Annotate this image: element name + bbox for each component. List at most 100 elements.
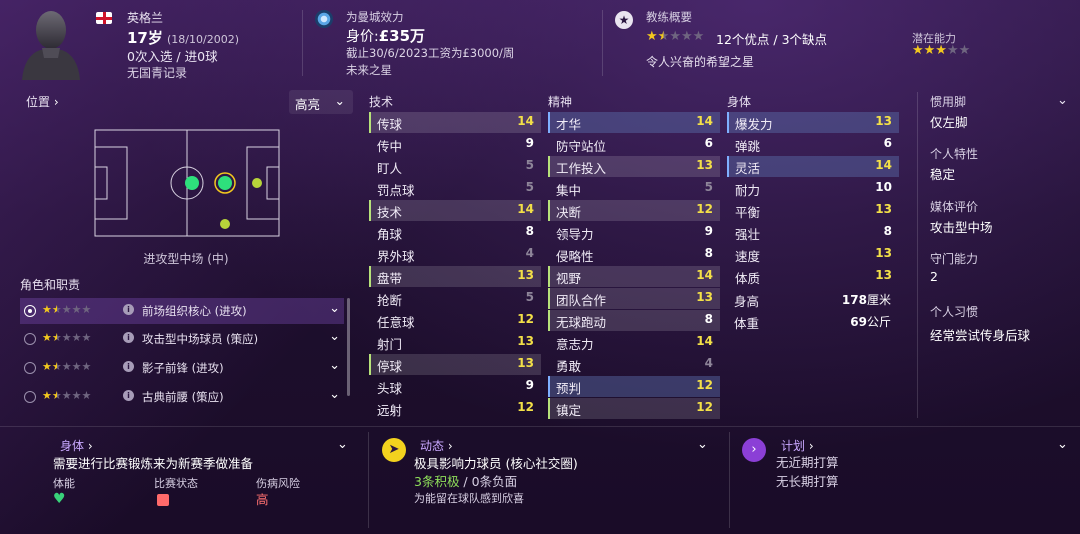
attribute-row[interactable]: 侵略性 8 [548, 244, 720, 265]
attribute-row[interactable]: 强壮 8 [727, 222, 899, 243]
attribute-name: 防守站位 [556, 139, 607, 154]
attribute-row[interactable]: 才华 14 [548, 112, 720, 133]
attribute-row[interactable]: 盘带 13 [369, 266, 541, 287]
attribute-row[interactable]: 预判 12 [548, 376, 720, 397]
chevron-down-icon[interactable]: ⌄ [329, 387, 340, 402]
attribute-value: 8 [883, 224, 892, 238]
role-row[interactable]: ★★★★★ i 古典前腰 (策应) ⌄ [20, 384, 344, 410]
player-traits-label: 个人习惯 [930, 305, 979, 319]
position-header[interactable]: 位置 › [26, 93, 59, 110]
info-icon[interactable]: i [123, 304, 134, 315]
attribute-row[interactable]: 速度 13 [727, 244, 899, 265]
attribute-row[interactable]: 体质 13 [727, 266, 899, 287]
chevron-down-icon[interactable]: ⌄ [329, 358, 340, 373]
attribute-row[interactable]: 技术 14 [369, 200, 541, 221]
attribute-value: 12 [696, 378, 713, 392]
attribute-name: 弹跳 [735, 139, 761, 154]
attribute-row[interactable]: 工作投入 13 [548, 156, 720, 177]
star-icon: ★ [615, 11, 633, 29]
international-caps: 0次入选 / 进0球 [127, 49, 218, 64]
happiness-summary[interactable]: 3条积极 / 0条负面 [414, 471, 517, 490]
attribute-row[interactable]: 平衡 13 [727, 200, 899, 221]
dynamics-title[interactable]: 动态 › [420, 437, 453, 454]
radio-icon[interactable] [24, 333, 36, 345]
attribute-value: 4 [525, 246, 534, 260]
role-name: 古典前腰 (策应) [142, 390, 224, 404]
attribute-value: 13 [517, 334, 534, 348]
contract-info: 截止30/6/2023工资为£3000/周 [346, 46, 515, 60]
chevron-down-icon[interactable]: ⌄ [697, 437, 708, 452]
attribute-name: 停球 [377, 359, 403, 374]
happiness-detail: 为能留在球队感到欣喜 [414, 492, 524, 505]
attribute-row[interactable]: 任意球 12 [369, 310, 541, 331]
attribute-value: 14 [696, 268, 713, 282]
attribute-row[interactable]: 远射 12 [369, 398, 541, 419]
role-row[interactable]: ★★★★★ i 攻击型中场球员 (策应) ⌄ [20, 326, 344, 352]
attribute-row[interactable]: 弹跳 6 [727, 134, 899, 155]
condition-title[interactable]: 身体 › [60, 437, 93, 454]
attribute-name: 体质 [735, 271, 761, 286]
bottom-divider [368, 432, 369, 528]
attribute-row[interactable]: 盯人 5 [369, 156, 541, 177]
accomplished-position-marker [220, 219, 230, 229]
attribute-value: 13 [696, 290, 713, 304]
role-name: 攻击型中场球员 (策应) [142, 332, 259, 346]
attribute-name: 速度 [735, 249, 761, 264]
attribute-row[interactable]: 爆发力 13 [727, 112, 899, 133]
attribute-row[interactable]: 灵活 14 [727, 156, 899, 177]
attribute-row[interactable]: 罚点球 5 [369, 178, 541, 199]
attribute-row[interactable]: 勇敢 4 [548, 354, 720, 375]
attribute-row[interactable]: 决断 12 [548, 200, 720, 221]
attribute-row[interactable]: 耐力 10 [727, 178, 899, 199]
attribute-value: 9 [704, 224, 713, 238]
attribute-row[interactable]: 无球跑动 8 [548, 310, 720, 331]
highlight-dropdown[interactable]: 高亮 ⌄ [289, 90, 353, 114]
chevron-down-icon[interactable]: ⌄ [1057, 437, 1068, 452]
attribute-row[interactable]: 意志力 14 [548, 332, 720, 353]
role-row[interactable]: ★★★★★ i 前场组织核心 (进攻) ⌄ [20, 298, 344, 324]
attribute-row[interactable]: 视野 14 [548, 266, 720, 287]
attribute-value: 12 [517, 400, 534, 414]
attribute-name: 远射 [377, 403, 403, 418]
roles-scrollbar[interactable] [347, 298, 350, 396]
attribute-name: 集中 [556, 183, 582, 198]
info-icon[interactable]: i [123, 361, 134, 372]
attribute-row[interactable]: 防守站位 6 [548, 134, 720, 155]
radio-icon[interactable] [24, 362, 36, 374]
attribute-row-height: 身高 178厘米 [734, 293, 891, 309]
attribute-value: 14 [875, 158, 892, 172]
club-name[interactable]: 为曼城效力 [346, 9, 404, 25]
attribute-row[interactable]: 集中 5 [548, 178, 720, 199]
coach-report-title[interactable]: 教练概要 [646, 9, 692, 25]
personality: 稳定 [930, 167, 956, 182]
attribute-row[interactable]: 射门 13 [369, 332, 541, 353]
attribute-row[interactable]: 抢断 5 [369, 288, 541, 309]
attribute-row[interactable]: 传中 9 [369, 134, 541, 155]
attribute-value: 8 [704, 312, 713, 326]
chevron-down-icon[interactable]: ⌄ [329, 329, 340, 344]
attribute-row[interactable]: 头球 9 [369, 376, 541, 397]
radio-selected-icon[interactable] [24, 305, 36, 317]
attribute-value: 12 [696, 202, 713, 216]
nationality[interactable]: 英格兰 [127, 9, 163, 26]
role-row[interactable]: ★★★★★ i 影子前锋 (进攻) ⌄ [20, 355, 344, 381]
media-description: 攻击型中场 [930, 220, 993, 235]
info-icon[interactable]: i [123, 390, 134, 401]
chevron-down-icon[interactable]: ⌄ [329, 301, 340, 316]
chevron-down-icon[interactable]: ⌄ [1057, 93, 1068, 108]
match-sharpness-label: 比赛状态 [154, 477, 198, 490]
attribute-row[interactable]: 传球 14 [369, 112, 541, 133]
info-icon[interactable]: i [123, 332, 134, 343]
attribute-row[interactable]: 镇定 12 [548, 398, 720, 419]
goalkeeping-label: 守门能力 [930, 252, 979, 266]
attribute-row[interactable]: 角球 8 [369, 222, 541, 243]
preferred-foot-label: 惯用脚 [930, 95, 967, 109]
attribute-row[interactable]: 界外球 4 [369, 244, 541, 265]
attribute-row[interactable]: 团队合作 13 [548, 288, 720, 309]
club-badge-icon[interactable] [315, 10, 333, 28]
condition-text: 需要进行比赛锻炼来为新赛季做准备 [53, 456, 254, 471]
radio-icon[interactable] [24, 391, 36, 403]
attribute-row[interactable]: 停球 13 [369, 354, 541, 375]
chevron-down-icon[interactable]: ⌄ [337, 437, 348, 452]
attribute-row[interactable]: 领导力 9 [548, 222, 720, 243]
